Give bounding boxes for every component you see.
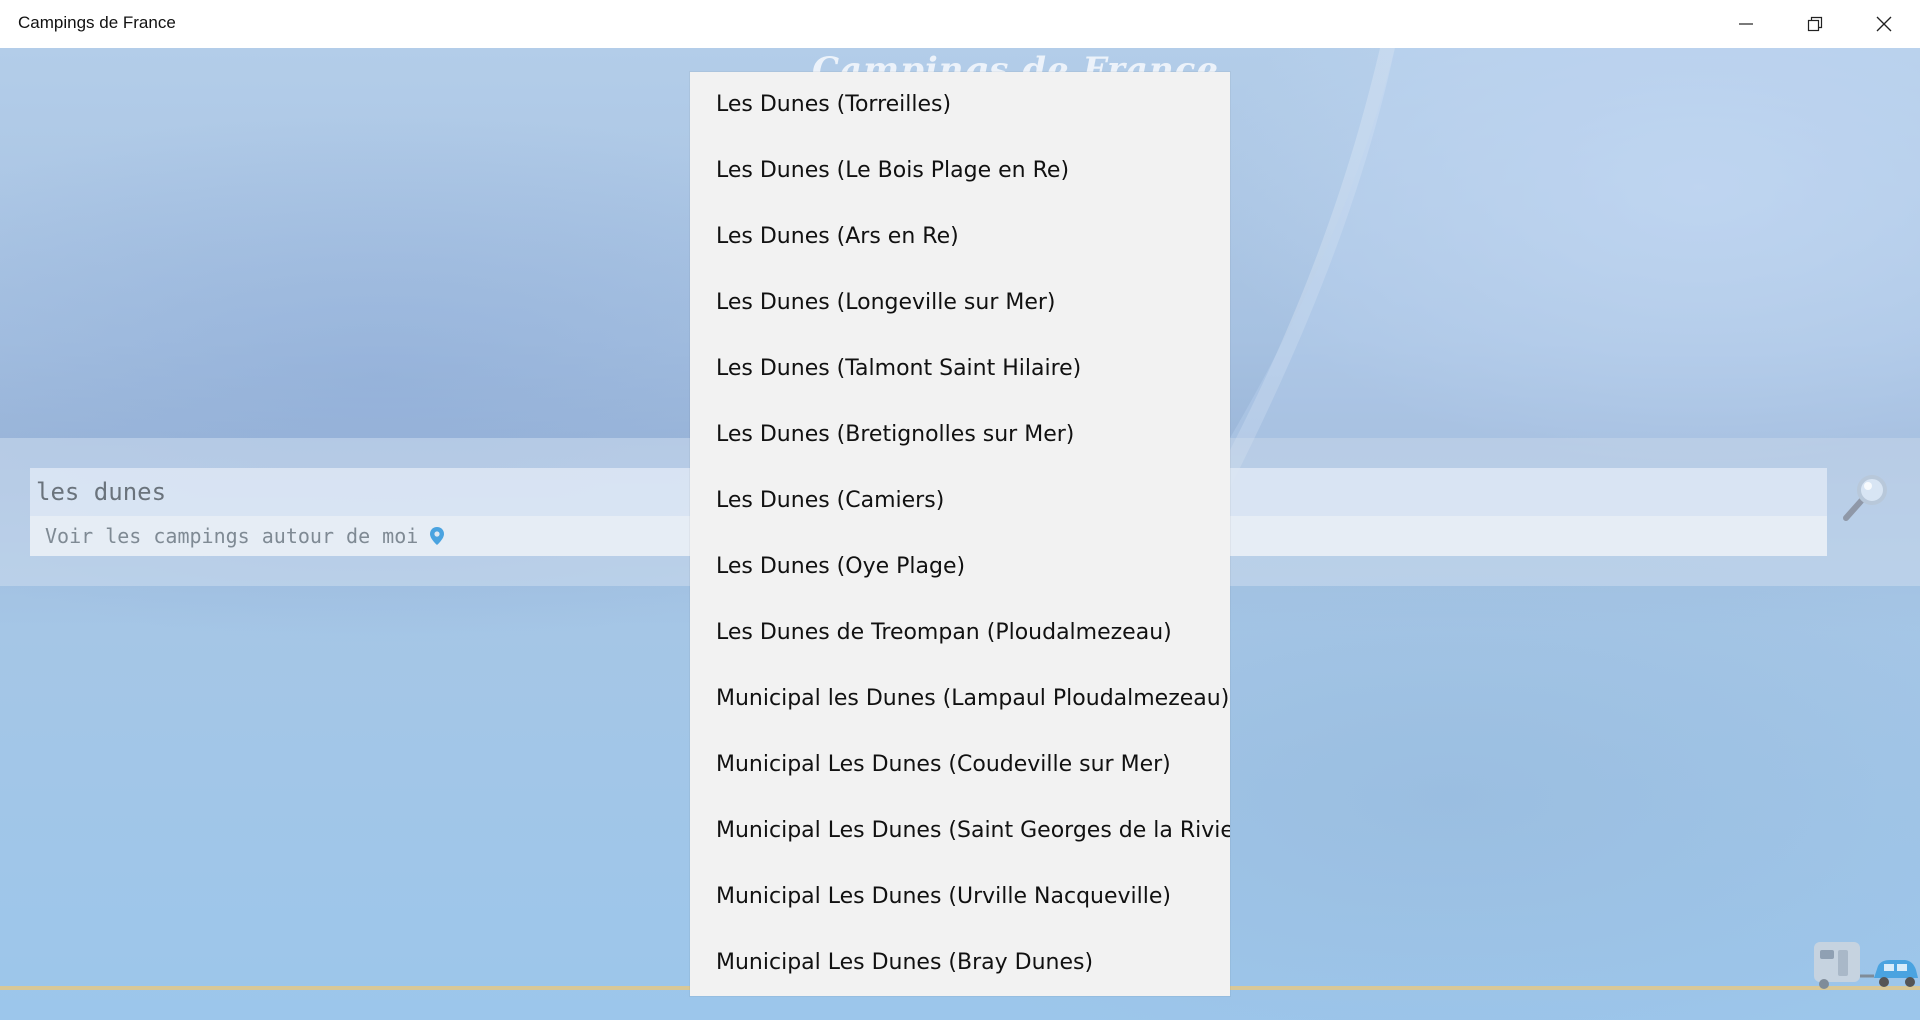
suggestion-item[interactable]: Municipal Les Dunes (Coudeville sur Mer): [690, 732, 1230, 798]
suggestion-item[interactable]: Les Dunes de Treompan (Ploudalmezeau): [690, 600, 1230, 666]
suggestion-item[interactable]: Municipal Les Dunes (Bray Dunes): [690, 930, 1230, 996]
suggestion-item[interactable]: Municipal Les Dunes (Urville Nacqueville…: [690, 864, 1230, 930]
nearby-campings-label: Voir les campings autour de moi: [45, 524, 419, 548]
suggestion-item[interactable]: Municipal Les Dunes (Saint Georges de la…: [690, 798, 1230, 864]
magnifier-icon: [1843, 475, 1887, 521]
suggestion-item[interactable]: Municipal les Dunes (Lampaul Ploudalmeze…: [690, 666, 1230, 732]
minimize-icon: [1739, 23, 1753, 25]
caravan-car-icon: [1814, 942, 1918, 989]
restore-icon: [1807, 16, 1823, 32]
suggestion-item[interactable]: Les Dunes (Le Bois Plage en Re): [690, 138, 1230, 204]
suggestion-item[interactable]: Les Dunes (Talmont Saint Hilaire): [690, 336, 1230, 402]
title-bar: Campings de France: [0, 0, 1920, 48]
window-title: Campings de France: [18, 13, 176, 32]
suggestion-item[interactable]: Les Dunes (Ars en Re): [690, 204, 1230, 270]
suggestions-dropdown: Les Dunes (Torreilles) Les Dunes (Le Boi…: [690, 72, 1230, 996]
suggestion-item[interactable]: Les Dunes (Torreilles): [690, 72, 1230, 138]
map-pin-icon: [430, 527, 445, 545]
close-icon: [1876, 16, 1892, 32]
restore-button[interactable]: [1781, 0, 1849, 48]
minimize-button[interactable]: [1712, 0, 1780, 48]
suggestion-item[interactable]: Les Dunes (Oye Plage): [690, 534, 1230, 600]
suggestion-item[interactable]: Les Dunes (Bretignolles sur Mer): [690, 402, 1230, 468]
suggestion-item[interactable]: Les Dunes (Camiers): [690, 468, 1230, 534]
search-button[interactable]: [1840, 470, 1896, 526]
suggestion-item[interactable]: Les Dunes (Longeville sur Mer): [690, 270, 1230, 336]
suggestions-list: Les Dunes (Torreilles) Les Dunes (Le Boi…: [690, 72, 1230, 996]
close-button[interactable]: [1850, 0, 1918, 48]
